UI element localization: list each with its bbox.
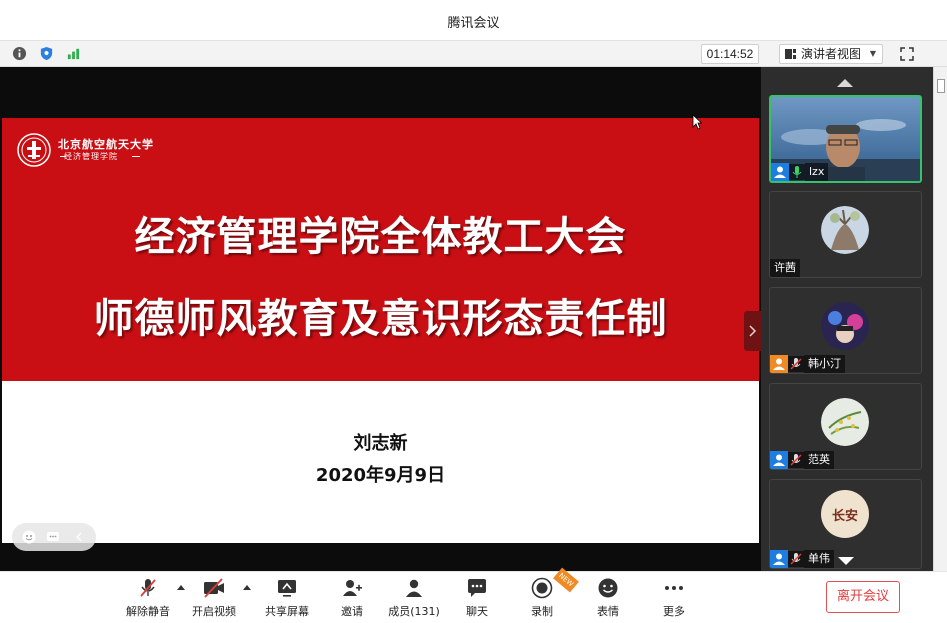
- participant-name-bar: 许茜: [770, 259, 800, 277]
- window-title: 腾讯会议: [447, 16, 500, 31]
- more-button[interactable]: 更多: [652, 572, 696, 623]
- participant-avatar: [821, 206, 869, 254]
- participant-name-bar: lzx: [771, 163, 829, 181]
- unmute-label: 解除静音: [126, 605, 170, 618]
- emoji-label: 表情: [597, 605, 619, 618]
- participant-tile-lzx[interactable]: lzx: [769, 95, 922, 183]
- collapse-icon[interactable]: [72, 530, 86, 544]
- fullscreen-icon[interactable]: [900, 47, 914, 61]
- smiley-icon: [598, 578, 618, 598]
- floating-toolbar[interactable]: [12, 523, 96, 551]
- slide-title-band: 北京航空航天大学 经济管理学院 经济管理学院全体教工大会 师德师风教育及意识形态…: [2, 118, 759, 381]
- share-screen-icon: [278, 580, 296, 597]
- microphone-muted-icon: [788, 452, 804, 468]
- microphone-muted-icon: [788, 551, 804, 567]
- chat-label: 聊天: [466, 605, 488, 618]
- slide-headline-1: 经济管理学院全体教工大会: [134, 214, 627, 260]
- members-icon: [406, 579, 422, 597]
- right-edge-strip: [933, 67, 947, 571]
- participant-name-bar: 韩小汀: [770, 355, 845, 373]
- participant-name: 单伟: [804, 550, 834, 568]
- shared-screen-stage: 北京航空航天大学 经济管理学院 经济管理学院全体教工大会 师德师风教育及意识形态…: [0, 67, 761, 571]
- next-page-button[interactable]: [744, 311, 761, 351]
- add-user-icon: [343, 580, 362, 596]
- scroll-down-icon[interactable]: [838, 557, 854, 565]
- unmute-button[interactable]: 解除静音: [122, 572, 174, 623]
- participant-tile-fanying[interactable]: 范英: [769, 383, 922, 470]
- slide-author: 刘志新: [353, 433, 408, 454]
- side-panel-tab[interactable]: [937, 79, 945, 93]
- logo-divider-right: [132, 156, 140, 157]
- participant-avatar: [821, 302, 869, 350]
- start-video-button[interactable]: 开启视频: [188, 572, 240, 623]
- record-icon: [531, 577, 553, 599]
- leave-meeting-button[interactable]: 离开会议: [826, 581, 900, 613]
- participant-name-bar: 单伟: [770, 550, 834, 568]
- user-icon: [770, 550, 788, 568]
- camera-off-icon: [204, 578, 224, 598]
- shield-icon[interactable]: [39, 46, 54, 61]
- participant-tile-hanxiaoting[interactable]: 韩小汀: [769, 287, 922, 374]
- record-label: 录制: [531, 605, 553, 618]
- presentation-slide: 北京航空航天大学 经济管理学院 经济管理学院全体教工大会 师德师风教育及意识形态…: [2, 118, 759, 543]
- video-options-caret-icon[interactable]: [243, 585, 251, 590]
- university-logo: [17, 133, 51, 167]
- participant-avatar: [821, 398, 869, 446]
- participant-name: 韩小汀: [804, 355, 845, 373]
- layout-icon: [785, 49, 796, 59]
- slide-headline-2: 师德师风教育及意识形态责任制: [93, 296, 668, 342]
- invite-button[interactable]: 邀请: [330, 572, 374, 623]
- start-video-label: 开启视频: [192, 605, 236, 618]
- emoji-icon[interactable]: [22, 530, 36, 544]
- meeting-info-bar: 01:14:52 演讲者视图 ▼: [0, 40, 947, 67]
- participant-tile-xuqian[interactable]: 许茜: [769, 191, 922, 278]
- chevron-right-icon: [749, 325, 757, 337]
- signal-icon[interactable]: [66, 46, 81, 61]
- more-icon: [665, 586, 683, 590]
- microphone-muted-icon: [140, 579, 156, 597]
- chevron-down-icon: ▼: [869, 49, 876, 58]
- slide-date: 2020年9月9日: [315, 465, 446, 486]
- more-label: 更多: [663, 605, 685, 618]
- emoji-button[interactable]: 表情: [586, 572, 630, 623]
- avatar-text: 长安: [831, 508, 858, 524]
- university-name: 北京航空航天大学: [58, 138, 154, 151]
- microphone-muted-icon: [788, 356, 804, 372]
- participant-name: 许茜: [770, 259, 800, 277]
- info-icon[interactable]: [12, 46, 27, 61]
- meeting-toolbar: 解除静音 开启视频 共享屏幕 邀请 成员(131) 聊天 录制 NEW 表情 更…: [0, 567, 947, 623]
- share-screen-button[interactable]: 共享屏幕: [261, 572, 313, 623]
- scroll-up-icon[interactable]: [837, 79, 853, 87]
- participant-name: 范英: [804, 451, 834, 469]
- share-screen-label: 共享屏幕: [265, 605, 309, 618]
- chat-icon: [468, 579, 486, 597]
- members-button[interactable]: 成员(131): [384, 572, 444, 623]
- title-bar: 腾讯会议: [0, 0, 947, 40]
- chat-bubble-icon[interactable]: [46, 530, 60, 544]
- school-name: 经济管理学院: [64, 152, 118, 161]
- user-icon: [771, 163, 789, 181]
- view-mode-label: 演讲者视图: [801, 47, 862, 61]
- microphone-on-icon: [789, 164, 805, 180]
- audio-options-caret-icon[interactable]: [177, 585, 185, 590]
- participant-name: lzx: [805, 163, 829, 181]
- invite-label: 邀请: [341, 605, 363, 618]
- meeting-timer: 01:14:52: [701, 44, 759, 64]
- participant-avatar: 长安: [821, 490, 869, 538]
- members-label: 成员(131): [388, 605, 440, 618]
- participant-name-bar: 范英: [770, 451, 834, 469]
- mouse-cursor-icon: [692, 114, 702, 130]
- user-icon: [770, 451, 788, 469]
- user-icon: [770, 355, 788, 373]
- view-mode-select[interactable]: 演讲者视图 ▼: [779, 44, 883, 64]
- participant-tile-shanwei[interactable]: 长安 单伟: [769, 479, 922, 569]
- chat-button[interactable]: 聊天: [455, 572, 499, 623]
